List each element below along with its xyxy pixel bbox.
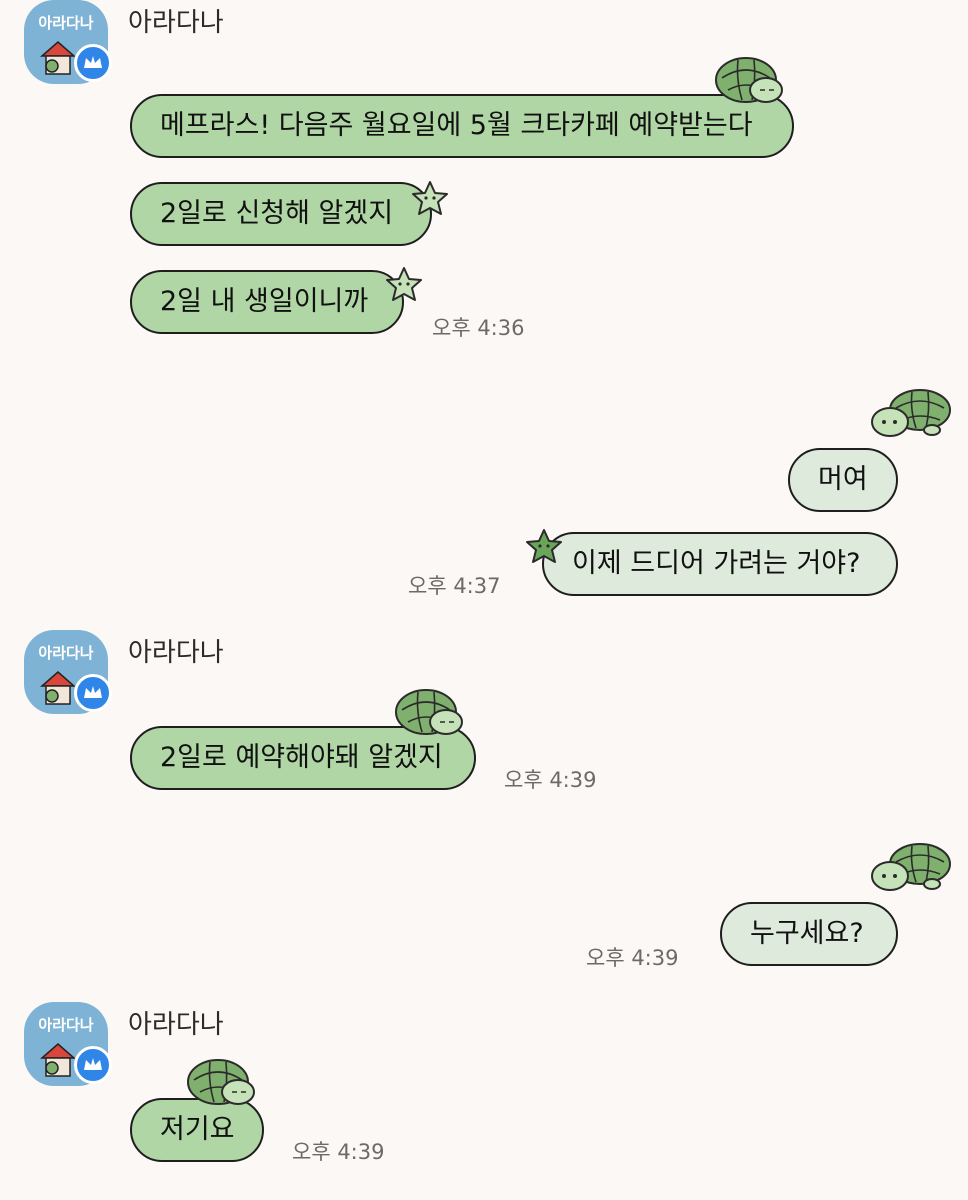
turtle-sticker-icon: [871, 389, 951, 437]
star-sticker-icon: [412, 181, 448, 215]
avatar-label: 아라다나: [38, 644, 94, 662]
avatar[interactable]: 아라다나: [24, 0, 112, 84]
crown-icon: [74, 44, 112, 82]
sender-name: 아라다나: [128, 8, 224, 38]
crown-icon: [74, 1046, 112, 1084]
avatar[interactable]: 아라다나: [24, 1002, 112, 1086]
house-icon: [40, 1043, 76, 1077]
message-bubble[interactable]: 2일 내 생일이니까: [130, 270, 404, 334]
house-icon: [40, 41, 76, 75]
timestamp: 오후 4:39: [504, 768, 597, 792]
avatar-label: 아라다나: [38, 1016, 94, 1034]
turtle-sticker-icon: [715, 57, 783, 103]
message-bubble[interactable]: 2일로 신청해 알겠지: [130, 182, 432, 246]
timestamp: 오후 4:36: [432, 316, 525, 340]
star-sticker-icon: [386, 267, 422, 301]
message-bubble[interactable]: 이제 드디어 가려는 거야?: [542, 532, 898, 596]
message-bubble[interactable]: 누구세요?: [720, 902, 898, 966]
timestamp: 오후 4:39: [292, 1140, 385, 1164]
avatar-label: 아라다나: [38, 14, 94, 32]
star-sticker-icon: [526, 529, 562, 563]
house-icon: [40, 671, 76, 705]
avatar[interactable]: 아라다나: [24, 630, 112, 714]
turtle-sticker-icon: [187, 1059, 255, 1105]
timestamp: 오후 4:39: [586, 946, 679, 970]
turtle-sticker-icon: [871, 843, 951, 891]
message-bubble[interactable]: 머여: [788, 448, 898, 512]
timestamp: 오후 4:37: [408, 574, 501, 598]
crown-icon: [74, 674, 112, 712]
message-bubble[interactable]: 메프라스! 다음주 월요일에 5월 크타카페 예약받는다: [130, 94, 794, 158]
sender-name: 아라다나: [128, 1010, 224, 1040]
turtle-sticker-icon: [395, 689, 463, 735]
sender-name: 아라다나: [128, 638, 224, 668]
